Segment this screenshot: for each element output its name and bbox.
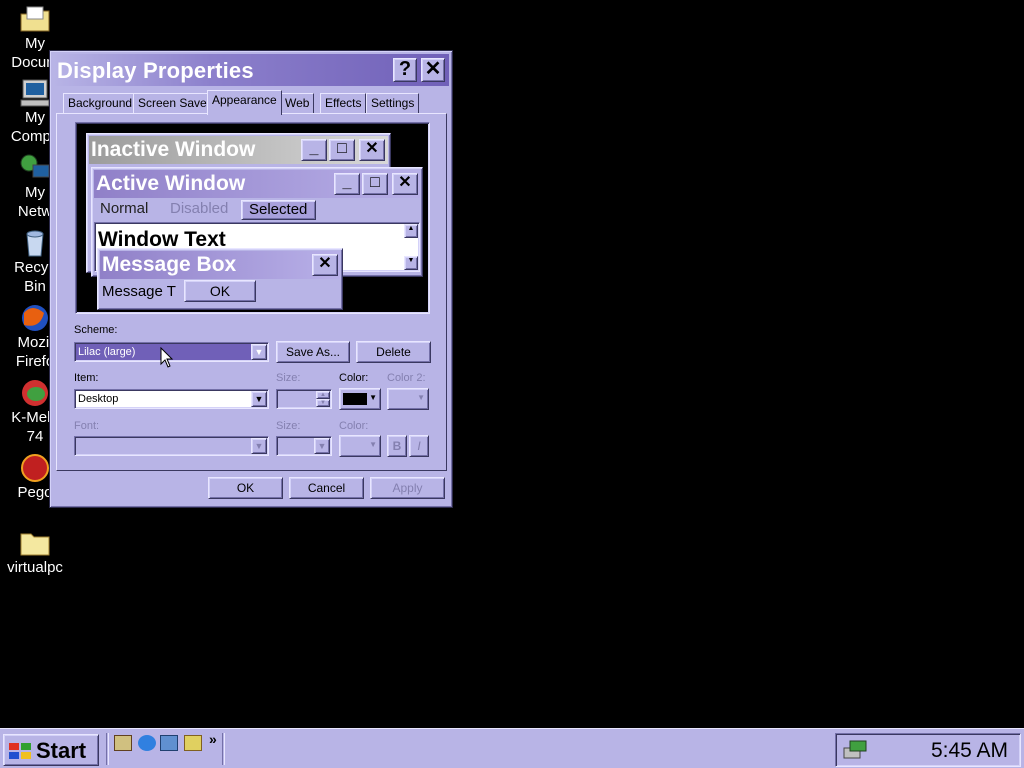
preview-active-titlebar: Active Window _ □ ✕ <box>94 170 420 198</box>
search-icon[interactable] <box>184 735 202 751</box>
show-desktop-icon[interactable] <box>114 735 132 751</box>
tab-screen-saver[interactable]: Screen Saver <box>133 93 216 113</box>
system-tray: 5:45 AM <box>835 733 1021 767</box>
taskbar-separator <box>222 733 225 765</box>
ok-button[interactable]: OK <box>208 477 283 499</box>
close-button[interactable]: ✕ <box>421 58 445 82</box>
preview-scroll-up-icon: ▲ <box>404 224 418 238</box>
windows-logo-icon <box>9 743 31 759</box>
preview-maximize-icon: □ <box>329 139 355 161</box>
computer-icon <box>20 79 50 107</box>
item-color2-button: ▼ <box>387 388 429 410</box>
scheme-preview: Inactive Window _ □ ✕ Active Window _ □ … <box>75 122 430 314</box>
preview-close-icon: ✕ <box>359 139 385 161</box>
item-size-spinner: ▲ ▼ <box>276 389 332 409</box>
italic-button: I <box>409 435 429 457</box>
scheme-label: Scheme: <box>74 324 118 336</box>
font-label: Font: <box>74 420 100 432</box>
tab-settings[interactable]: Settings <box>366 93 420 113</box>
chevron-down-icon: ▼ <box>314 438 330 454</box>
chevron-down-icon: ▼ <box>417 393 425 402</box>
firefox-icon <box>22 305 48 331</box>
spin-up-icon: ▲ <box>316 391 330 399</box>
spin-down-icon: ▼ <box>316 399 330 407</box>
chevron-down-icon: ▼ <box>251 438 267 454</box>
tab-web[interactable]: Web <box>280 93 315 113</box>
network-status-icon[interactable] <box>842 738 868 762</box>
taskbar: Start » 5:45 AM <box>0 728 1024 768</box>
mouse-cursor-icon <box>160 347 174 368</box>
item-select[interactable]: Desktop ▼ <box>74 389 269 409</box>
help-button[interactable]: ? <box>393 58 417 82</box>
preview-message-box: Message Box ✕ Message T OK <box>97 248 343 310</box>
folder-icon <box>20 533 50 556</box>
quicklaunch-more-icon[interactable]: » <box>209 731 217 747</box>
preview-scroll-down-icon: ▼ <box>404 256 418 270</box>
recycle-bin-icon <box>26 230 44 257</box>
color-swatch <box>343 393 367 405</box>
delete-button[interactable]: Delete <box>356 341 431 363</box>
item-label: Item: <box>74 372 99 384</box>
preview-close-icon: ✕ <box>392 173 418 195</box>
close-icon: ✕ <box>424 58 442 80</box>
font-color-label: Color: <box>339 420 369 432</box>
chevron-down-icon: ▼ <box>369 440 377 449</box>
preview-menu-disabled: Disabled <box>170 200 229 217</box>
chevron-down-icon[interactable]: ▼ <box>251 344 267 360</box>
bold-button: B <box>387 435 407 457</box>
apply-button[interactable]: Apply <box>370 477 445 499</box>
preview-menu-normal: Normal <box>100 200 149 217</box>
help-icon: ? <box>398 58 412 80</box>
color-label: Color: <box>339 372 369 384</box>
chevron-down-icon: ▼ <box>369 393 377 402</box>
internet-explorer-icon[interactable] <box>138 735 156 751</box>
pegasus-icon <box>21 454 49 482</box>
dialog-title: Display Properties <box>57 58 254 83</box>
preview-maximize-icon: □ <box>362 173 388 195</box>
font-color-button: ▼ <box>339 435 381 457</box>
preview-minimize-icon: _ <box>334 173 360 195</box>
save-as-button[interactable]: Save As... <box>276 341 350 363</box>
size-label: Size: <box>276 372 301 384</box>
item-color-button[interactable]: ▼ <box>339 388 381 410</box>
font-size-label: Size: <box>276 420 301 432</box>
tab-effects[interactable]: Effects <box>320 93 367 113</box>
cancel-button[interactable]: Cancel <box>289 477 364 499</box>
clock[interactable]: 5:45 AM <box>931 739 1008 763</box>
start-button[interactable]: Start <box>3 734 99 766</box>
preview-minimize-icon: _ <box>301 139 327 161</box>
tab-background[interactable]: Background <box>63 93 138 113</box>
desktop-icon-virtualpc[interactable]: virtualpc <box>0 528 70 577</box>
title-bar[interactable]: Display Properties ? ✕ <box>53 54 449 86</box>
network-icon <box>20 154 50 178</box>
preview-message-close-icon: ✕ <box>312 254 338 276</box>
font-select: ▼ <box>74 436 269 456</box>
chevron-down-icon[interactable]: ▼ <box>251 391 267 407</box>
outlook-express-icon[interactable] <box>160 735 178 751</box>
taskbar-separator <box>106 733 109 765</box>
preview-menu-selected: Selected <box>241 200 316 220</box>
font-size-select: ▼ <box>276 436 332 456</box>
color2-label: Color 2: <box>387 372 426 384</box>
preview-ok-button: OK <box>184 280 256 302</box>
preview-inactive-titlebar: Inactive Window _ □ ✕ <box>89 136 388 164</box>
preview-message-titlebar: Message Box ✕ <box>100 251 340 279</box>
tab-appearance[interactable]: Appearance <box>207 90 282 115</box>
k-meleon-icon <box>22 380 48 406</box>
folder-documents-icon <box>20 6 50 32</box>
